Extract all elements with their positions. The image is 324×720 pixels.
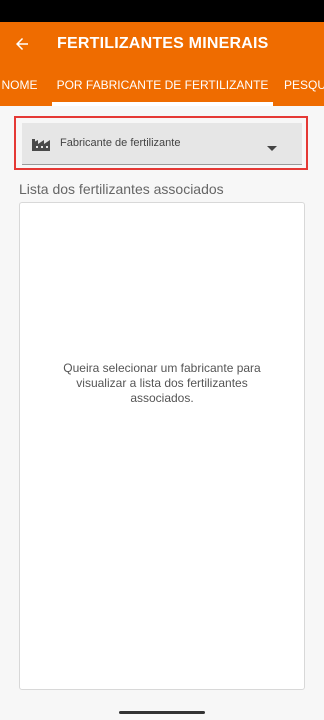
app-bar: FERTILIZANTES MINERAIS <box>0 22 324 66</box>
caret-down-icon <box>267 146 277 151</box>
tab-nome[interactable]: NOME <box>0 66 43 106</box>
back-button[interactable] <box>10 32 34 56</box>
factory-icon <box>32 139 50 151</box>
tab-bar: NOME POR FABRICANTE DE FERTILIZANTE PESQ… <box>0 66 324 106</box>
tab-indicator <box>52 102 273 106</box>
tab-pesquisa[interactable]: PESQU <box>284 66 324 106</box>
page-title: FERTILIZANTES MINERAIS <box>57 35 269 52</box>
status-bar <box>0 0 324 22</box>
manufacturer-dropdown[interactable]: Fabricante de fertilizante <box>22 123 302 165</box>
dropdown-label: Fabricante de fertilizante <box>60 137 181 149</box>
fertilizer-list-panel: Queira selecionar um fabricante para vis… <box>19 202 305 690</box>
arrow-back-icon <box>16 38 28 50</box>
list-title: Lista dos fertilizantes associados <box>19 181 224 197</box>
home-indicator[interactable] <box>119 711 205 714</box>
tab-por-fabricante[interactable]: POR FABRICANTE DE FERTILIZANTE <box>52 66 273 106</box>
empty-message: Queira selecionar um fabricante para vis… <box>63 361 261 405</box>
